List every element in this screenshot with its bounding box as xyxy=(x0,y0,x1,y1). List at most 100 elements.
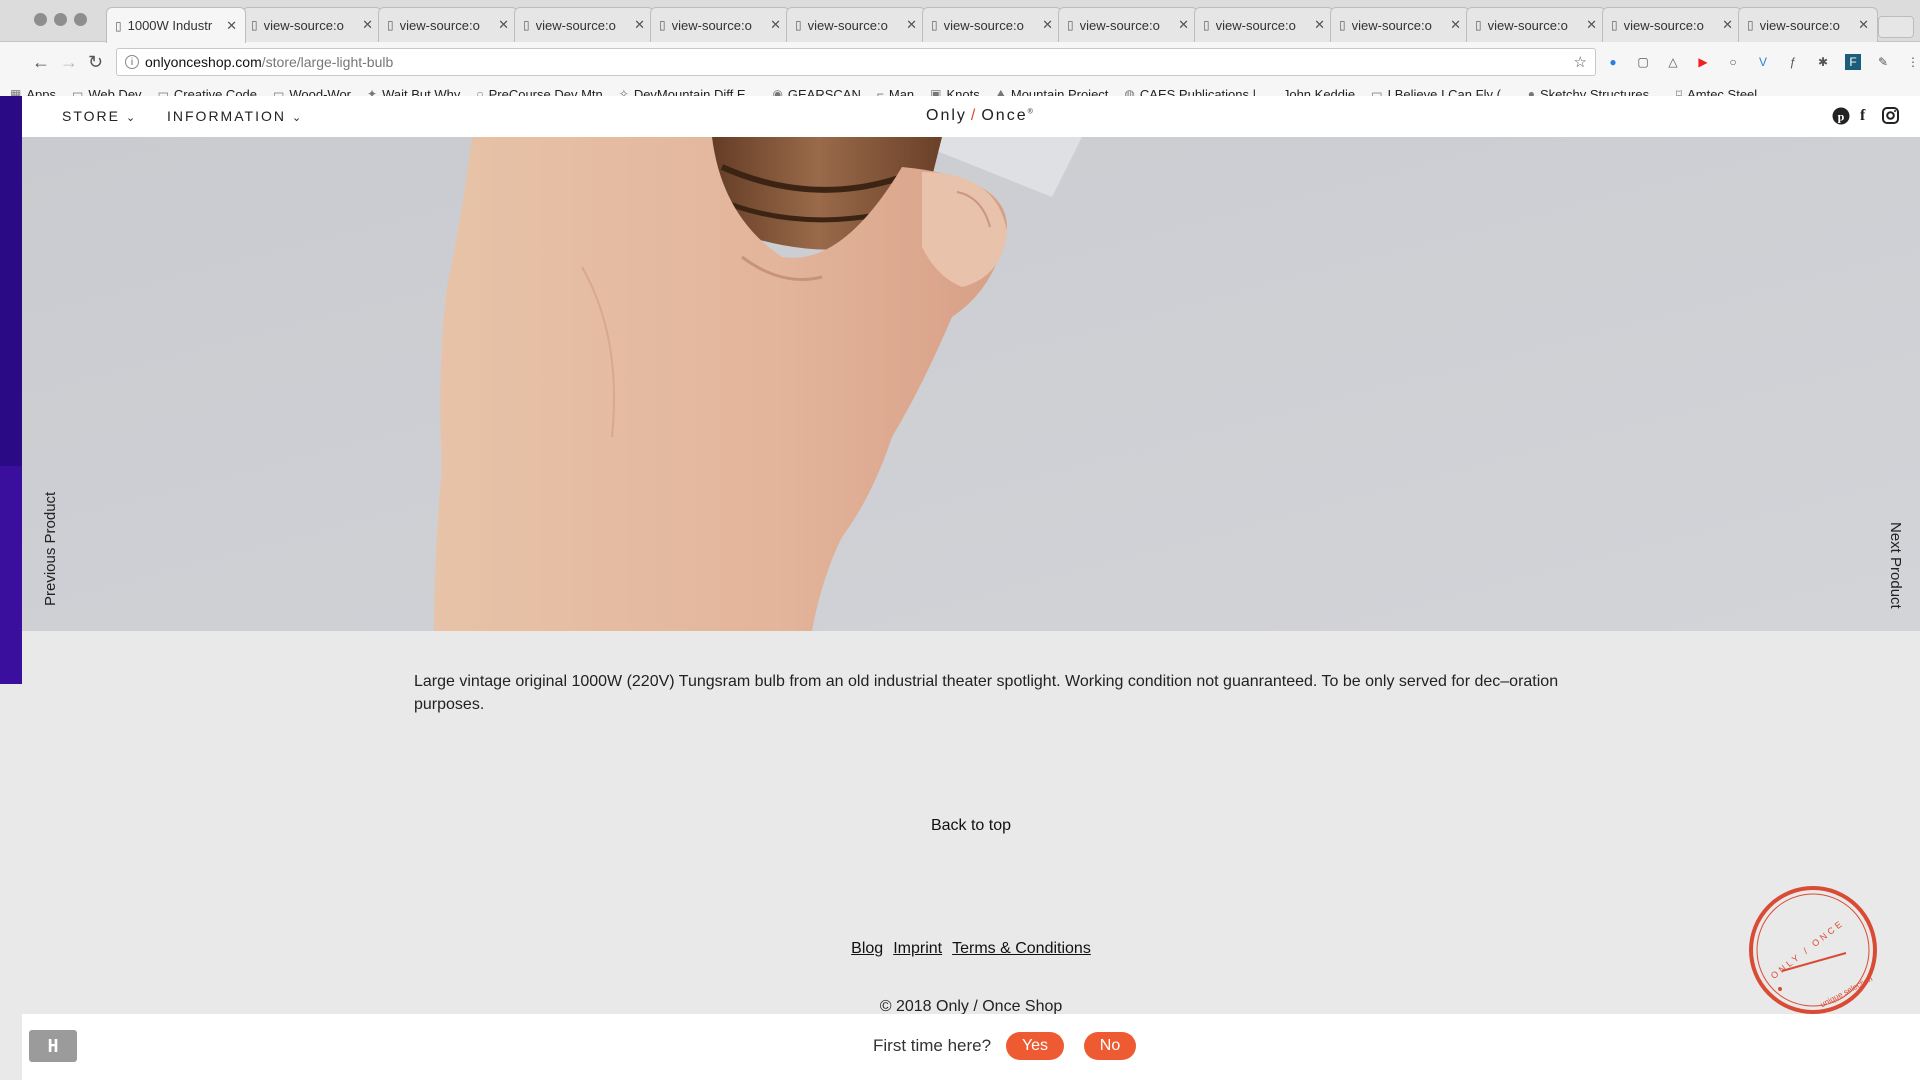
footer-link-imprint[interactable]: Imprint xyxy=(893,940,942,957)
minimize-window-button[interactable] xyxy=(54,13,67,26)
bookmark-star-icon[interactable]: ☆ xyxy=(1574,53,1587,71)
close-tab-icon[interactable]: ✕ xyxy=(1450,17,1461,33)
footer-link-terms-conditions[interactable]: Terms & Conditions xyxy=(952,940,1091,957)
svg-text:ONLY / ONCE: ONLY / ONCE xyxy=(1769,918,1846,981)
site-logo[interactable]: Only / Once® xyxy=(926,107,1035,125)
logo-right: Once xyxy=(981,107,1028,124)
yes-button[interactable]: Yes xyxy=(1006,1032,1064,1060)
close-window-button[interactable] xyxy=(34,13,47,26)
back-to-top-link[interactable]: Back to top xyxy=(22,817,1920,835)
tab[interactable]: ▯ view-source:o ✕ xyxy=(514,7,654,42)
address-host: onlyonceshop.com xyxy=(145,54,262,70)
facebook-icon[interactable]: f xyxy=(1860,107,1865,125)
product-image xyxy=(22,137,1920,631)
tab[interactable]: ▯ view-source:o ✕ xyxy=(1330,7,1470,42)
browser-tab-strip: ▯ 1000W Industr ✕ ▯ view-source:o ✕ ▯ view-sour… xyxy=(0,0,1920,43)
bug-extension-icon[interactable]: ✱ xyxy=(1815,54,1831,70)
footer-links: Blog Imprint Terms & Conditions xyxy=(22,940,1920,958)
extension-icon[interactable]: F xyxy=(1845,54,1861,70)
close-tab-icon[interactable]: ✕ xyxy=(1042,17,1053,33)
tab-title: 1000W Industr xyxy=(127,18,213,33)
document-icon: ▯ xyxy=(251,18,258,32)
tab[interactable]: ▯ view-source:o ✕ xyxy=(1602,7,1742,42)
close-tab-icon[interactable]: ✕ xyxy=(362,17,373,33)
extension-icon[interactable]: ● xyxy=(1605,54,1621,70)
help-widget-button[interactable]: H xyxy=(29,1030,77,1062)
extension-icon[interactable]: ƒ xyxy=(1785,54,1801,70)
site-info-icon[interactable]: i xyxy=(125,55,139,69)
address-bar[interactable]: i onlyonceshop.com/store/large-light-bul… xyxy=(116,48,1596,76)
tab-title: view-source:o xyxy=(1759,17,1840,33)
site-header: STORE ⌄ INFORMATION ⌄ Only / Once® p f xyxy=(22,96,1920,137)
document-icon: ▯ xyxy=(931,18,938,32)
desktop-background-dark xyxy=(0,96,22,466)
close-tab-icon[interactable]: ✕ xyxy=(1586,17,1597,33)
document-icon: ▯ xyxy=(523,18,530,32)
extension-icon[interactable]: ▢ xyxy=(1635,54,1651,70)
close-tab-icon[interactable]: ✕ xyxy=(906,17,917,33)
tab[interactable]: ▯ view-source:o ✕ xyxy=(1058,7,1198,42)
tab[interactable]: ▯ view-source:o ✕ xyxy=(922,7,1062,42)
new-tab-button[interactable] xyxy=(1878,16,1914,38)
extension-icon[interactable]: ✎ xyxy=(1875,54,1891,70)
footer-link-blog[interactable]: Blog xyxy=(851,940,883,957)
svg-text:p: p xyxy=(1838,110,1845,124)
first-visit-question: First time here? xyxy=(873,1036,992,1055)
tab[interactable]: ▯ view-source:o ✕ xyxy=(242,7,382,42)
close-tab-icon[interactable]: ✕ xyxy=(1722,17,1733,33)
document-icon: ▯ xyxy=(1339,18,1346,32)
previous-product-link[interactable]: Previous Product xyxy=(42,492,59,606)
back-icon[interactable]: ← xyxy=(32,52,50,73)
only-once-stamp-logo: ONLY / ONCE unique selection xyxy=(1748,885,1878,1015)
instagram-icon[interactable] xyxy=(1882,107,1899,129)
tab-title: view-source:o xyxy=(943,17,1024,33)
site-page: STORE ⌄ INFORMATION ⌄ Only / Once® p f P… xyxy=(22,96,1920,1080)
tab[interactable]: ▯ view-source:o ✕ xyxy=(1738,7,1878,42)
forward-icon[interactable]: → xyxy=(60,52,78,73)
nav-store[interactable]: STORE ⌄ xyxy=(62,108,137,124)
tab[interactable]: ▯ view-source:o ✕ xyxy=(786,7,926,42)
address-path: /store/large-light-bulb xyxy=(261,54,394,70)
first-visit-prompt: H First time here? Yes No xyxy=(22,1014,1920,1080)
menu-icon[interactable]: ⋮ xyxy=(1905,54,1920,70)
document-icon: ▯ xyxy=(795,18,802,32)
close-tab-icon[interactable]: ✕ xyxy=(226,18,237,34)
youtube-extension-icon[interactable]: ▶ xyxy=(1695,54,1711,70)
document-icon: ▯ xyxy=(115,18,122,33)
close-tab-icon[interactable]: ✕ xyxy=(634,17,645,33)
tab-title: view-source:o xyxy=(1487,17,1568,33)
close-tab-icon[interactable]: ✕ xyxy=(1178,17,1189,33)
tab[interactable]: ▯ view-source:o ✕ xyxy=(1466,7,1606,42)
tab-title: view-source:o xyxy=(671,17,752,33)
pinterest-icon[interactable]: p xyxy=(1832,107,1850,130)
close-tab-icon[interactable]: ✕ xyxy=(1314,17,1325,33)
product-description: Large vintage original 1000W (220V) Tung… xyxy=(414,673,1559,713)
tab[interactable]: ▯ view-source:o ✕ xyxy=(650,7,790,42)
close-tab-icon[interactable]: ✕ xyxy=(1858,17,1869,33)
logo-slash: / xyxy=(970,107,978,124)
extension-icons: ● ▢ △ ▶ ○ V ƒ ✱ F ✎ ⋮ xyxy=(1605,54,1920,70)
chevron-down-icon: ⌄ xyxy=(291,112,304,124)
tab-title: view-source:o xyxy=(535,17,616,33)
extension-icon[interactable]: V xyxy=(1755,54,1771,70)
tab[interactable]: ▯ view-source:o ✕ xyxy=(1194,7,1334,42)
nav-information[interactable]: INFORMATION ⌄ xyxy=(167,108,303,124)
close-tab-icon[interactable]: ✕ xyxy=(498,17,509,33)
tab-title: view-source:o xyxy=(807,17,888,33)
document-icon: ▯ xyxy=(1747,18,1754,32)
document-icon: ▯ xyxy=(1067,18,1074,32)
tab-title: view-source:o xyxy=(1351,17,1432,33)
next-product-link[interactable]: Next Product xyxy=(1887,522,1904,609)
maximize-window-button[interactable] xyxy=(74,13,87,26)
close-tab-icon[interactable]: ✕ xyxy=(770,17,781,33)
tab-title: view-source:o xyxy=(1079,17,1160,33)
logo-mark: ® xyxy=(1027,108,1035,116)
tab[interactable]: ▯ view-source:o ✕ xyxy=(378,7,518,42)
no-button[interactable]: No xyxy=(1084,1032,1136,1060)
extension-icon[interactable]: △ xyxy=(1665,54,1681,70)
extension-icon[interactable]: ○ xyxy=(1725,54,1741,70)
reload-icon[interactable]: ↻ xyxy=(88,52,103,73)
tab-title: view-source:o xyxy=(1623,17,1704,33)
tab-active[interactable]: ▯ 1000W Industr ✕ xyxy=(106,7,246,43)
tab-title: view-source:o xyxy=(263,17,344,33)
